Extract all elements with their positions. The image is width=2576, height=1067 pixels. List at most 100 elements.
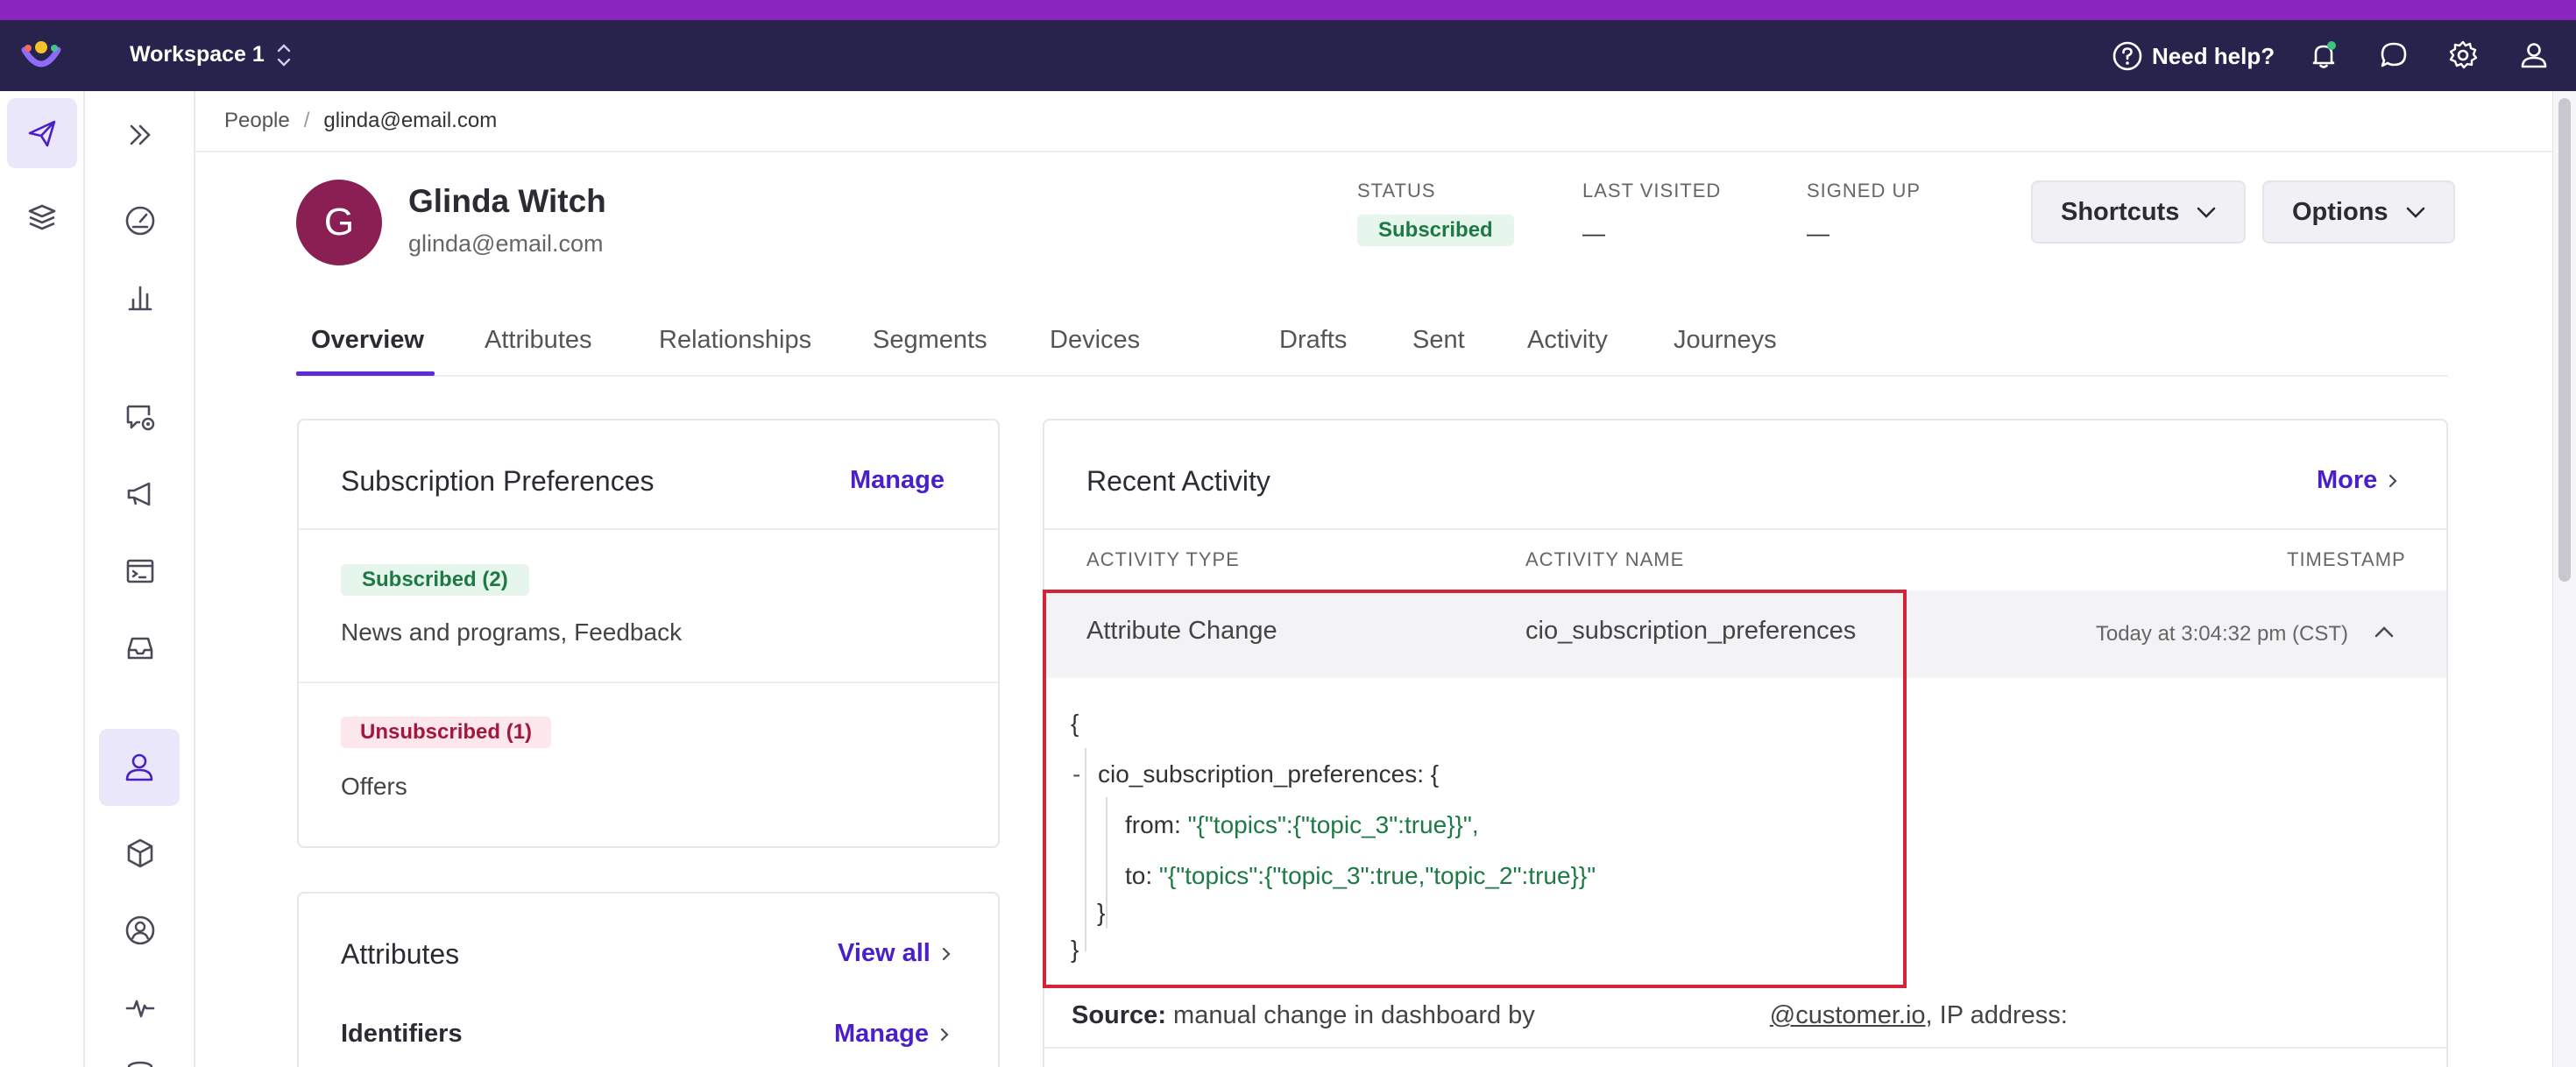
chevron-right-icon bbox=[942, 947, 951, 960]
json-from-key: from: bbox=[1125, 811, 1181, 838]
last-visited-value: — bbox=[1582, 220, 1605, 246]
activity-source-line: Source: manual change in dashboard by @cu… bbox=[1072, 1001, 2068, 1030]
json-collapse-toggle[interactable]: - bbox=[1072, 760, 1080, 788]
subscription-preferences-card: Subscription Preferences Manage Subscrib… bbox=[297, 419, 1000, 848]
json-to-line: to: "{"topics":{"topic_3":true,"topic_2"… bbox=[1125, 862, 1596, 890]
rail-messaging-button[interactable] bbox=[7, 98, 77, 168]
bar-chart-icon bbox=[128, 286, 152, 311]
user-profile-icon[interactable] bbox=[2518, 39, 2550, 71]
speedometer-icon bbox=[125, 206, 155, 236]
json-to-key: to: bbox=[1125, 862, 1153, 889]
rail-data-button[interactable] bbox=[7, 182, 77, 252]
avatar: G bbox=[296, 180, 382, 265]
breadcrumb-people-link[interactable]: People bbox=[224, 109, 290, 133]
workspace-switcher[interactable]: Workspace 1 bbox=[130, 42, 265, 67]
profile-email: glinda@email.com bbox=[408, 230, 604, 257]
secondary-nav-rail bbox=[85, 91, 195, 1067]
tab-devices[interactable]: Devices bbox=[1050, 326, 1140, 355]
card-divider bbox=[299, 528, 998, 530]
chat-bubble-icon[interactable] bbox=[2378, 39, 2410, 71]
json-open-brace: { bbox=[1071, 710, 1079, 737]
identifiers-heading: Identifiers bbox=[341, 1020, 463, 1048]
user-circle-icon bbox=[125, 915, 155, 945]
last-visited-stat: LAST VISITED — bbox=[1582, 180, 1721, 247]
message-target-icon bbox=[126, 405, 155, 431]
gear-icon[interactable] bbox=[2447, 39, 2479, 71]
tab-activity[interactable]: Activity bbox=[1527, 326, 1608, 355]
pulse-icon bbox=[125, 1000, 155, 1018]
shortcuts-button[interactable]: Shortcuts bbox=[2031, 180, 2247, 244]
tab-drafts[interactable]: Drafts bbox=[1279, 326, 1347, 355]
signed-up-value: — bbox=[1807, 220, 1829, 246]
view-all-label: View all bbox=[838, 939, 931, 967]
nav-objects-button[interactable] bbox=[105, 825, 175, 881]
tab-sent[interactable]: Sent bbox=[1412, 326, 1465, 355]
nav-analytics-button[interactable] bbox=[105, 270, 175, 326]
need-help-button[interactable]: Need help? bbox=[2112, 39, 2275, 74]
chevron-right-icon bbox=[2389, 474, 2397, 487]
json-key-line: cio_subscription_preferences: { bbox=[1098, 760, 1440, 788]
chevron-up-down-icon[interactable] bbox=[273, 39, 294, 71]
unsubscribed-topics: Offers bbox=[341, 773, 407, 800]
source-email-link[interactable]: @customer.io bbox=[1770, 1001, 1926, 1029]
tab-overview[interactable]: Overview bbox=[311, 326, 424, 355]
nav-activity-logs-button[interactable] bbox=[105, 979, 175, 1035]
cube-icon bbox=[127, 838, 153, 868]
json-inner-close-brace: } bbox=[1097, 899, 1106, 926]
last-visited-label: LAST VISITED bbox=[1582, 180, 1722, 201]
breadcrumb-separator: / bbox=[303, 109, 310, 132]
card-divider bbox=[299, 682, 998, 683]
nav-campaigns-button[interactable] bbox=[105, 389, 175, 445]
expand-sidebar-button[interactable] bbox=[105, 107, 175, 163]
nav-people-button[interactable] bbox=[99, 729, 180, 806]
shortcuts-label: Shortcuts bbox=[2061, 197, 2180, 226]
unsubscribed-count-badge: Unsubscribed (1) bbox=[341, 717, 552, 748]
tab-segments[interactable]: Segments bbox=[873, 326, 987, 355]
recent-activity-title: Recent Activity bbox=[1086, 465, 1270, 497]
more-label: More bbox=[2317, 466, 2378, 494]
scrollbar-thumb[interactable] bbox=[2558, 98, 2571, 582]
nav-transactional-button[interactable] bbox=[105, 543, 175, 599]
tab-relationships[interactable]: Relationships bbox=[659, 326, 811, 355]
timestamp-column-header: TIMESTAMP bbox=[2287, 548, 2406, 570]
page-scrollbar[interactable] bbox=[2552, 91, 2576, 1067]
database-icon bbox=[127, 1061, 153, 1067]
tab-journeys[interactable]: Journeys bbox=[1674, 326, 1777, 355]
card-divider bbox=[1044, 528, 2446, 530]
source-text: manual change in dashboard by bbox=[1173, 1001, 1535, 1029]
need-help-label: Need help? bbox=[2152, 42, 2275, 69]
source-ip: , IP address: bbox=[1925, 1001, 2068, 1029]
card-divider bbox=[1044, 1047, 2446, 1049]
subscription-manage-link[interactable]: Manage bbox=[850, 466, 945, 495]
nav-accounts-button[interactable] bbox=[105, 902, 175, 958]
subscribed-count-badge: Subscribed (2) bbox=[341, 564, 529, 596]
table-row[interactable]: Attribute Change cio_subscription_prefer… bbox=[1044, 590, 2446, 678]
json-from-value: "{"topics":{"topic_3":true}}", bbox=[1187, 811, 1479, 838]
signed-up-stat: SIGNED UP — bbox=[1807, 180, 1921, 247]
attributes-view-all-link[interactable]: View all bbox=[838, 939, 955, 968]
chevron-down-icon bbox=[2406, 207, 2424, 218]
chevron-right-icon bbox=[940, 1028, 949, 1041]
profile-tabs: Overview Attributes Relationships Segmen… bbox=[296, 315, 2448, 377]
tab-attributes[interactable]: Attributes bbox=[485, 326, 592, 355]
attributes-card: Attributes View all Identifiers Manage bbox=[297, 892, 1000, 1067]
nav-inbox-button[interactable] bbox=[105, 620, 175, 676]
bell-icon[interactable] bbox=[2308, 39, 2339, 71]
status-stat: STATUS Subscribed bbox=[1357, 180, 1514, 246]
chevron-up-icon[interactable] bbox=[2371, 618, 2397, 645]
paper-plane-icon bbox=[28, 120, 56, 147]
options-button[interactable]: Options bbox=[2262, 180, 2455, 244]
nav-database-button[interactable] bbox=[105, 1055, 175, 1067]
status-label: STATUS bbox=[1357, 180, 1436, 201]
identifiers-manage-link[interactable]: Manage bbox=[834, 1020, 953, 1049]
nav-dashboard-button[interactable] bbox=[105, 193, 175, 249]
breadcrumb: People / glinda@email.com bbox=[195, 91, 2552, 152]
top-accent-stripe bbox=[0, 0, 2576, 20]
inbox-tray-icon bbox=[127, 637, 153, 660]
activity-type-column-header: ACTIVITY TYPE bbox=[1086, 548, 1240, 570]
json-close-brace: } bbox=[1071, 936, 1079, 963]
activity-more-link[interactable]: More bbox=[2317, 466, 2402, 495]
layers-icon bbox=[28, 204, 56, 230]
nav-broadcasts-button[interactable] bbox=[105, 466, 175, 522]
customerio-logo-icon[interactable] bbox=[19, 38, 63, 73]
